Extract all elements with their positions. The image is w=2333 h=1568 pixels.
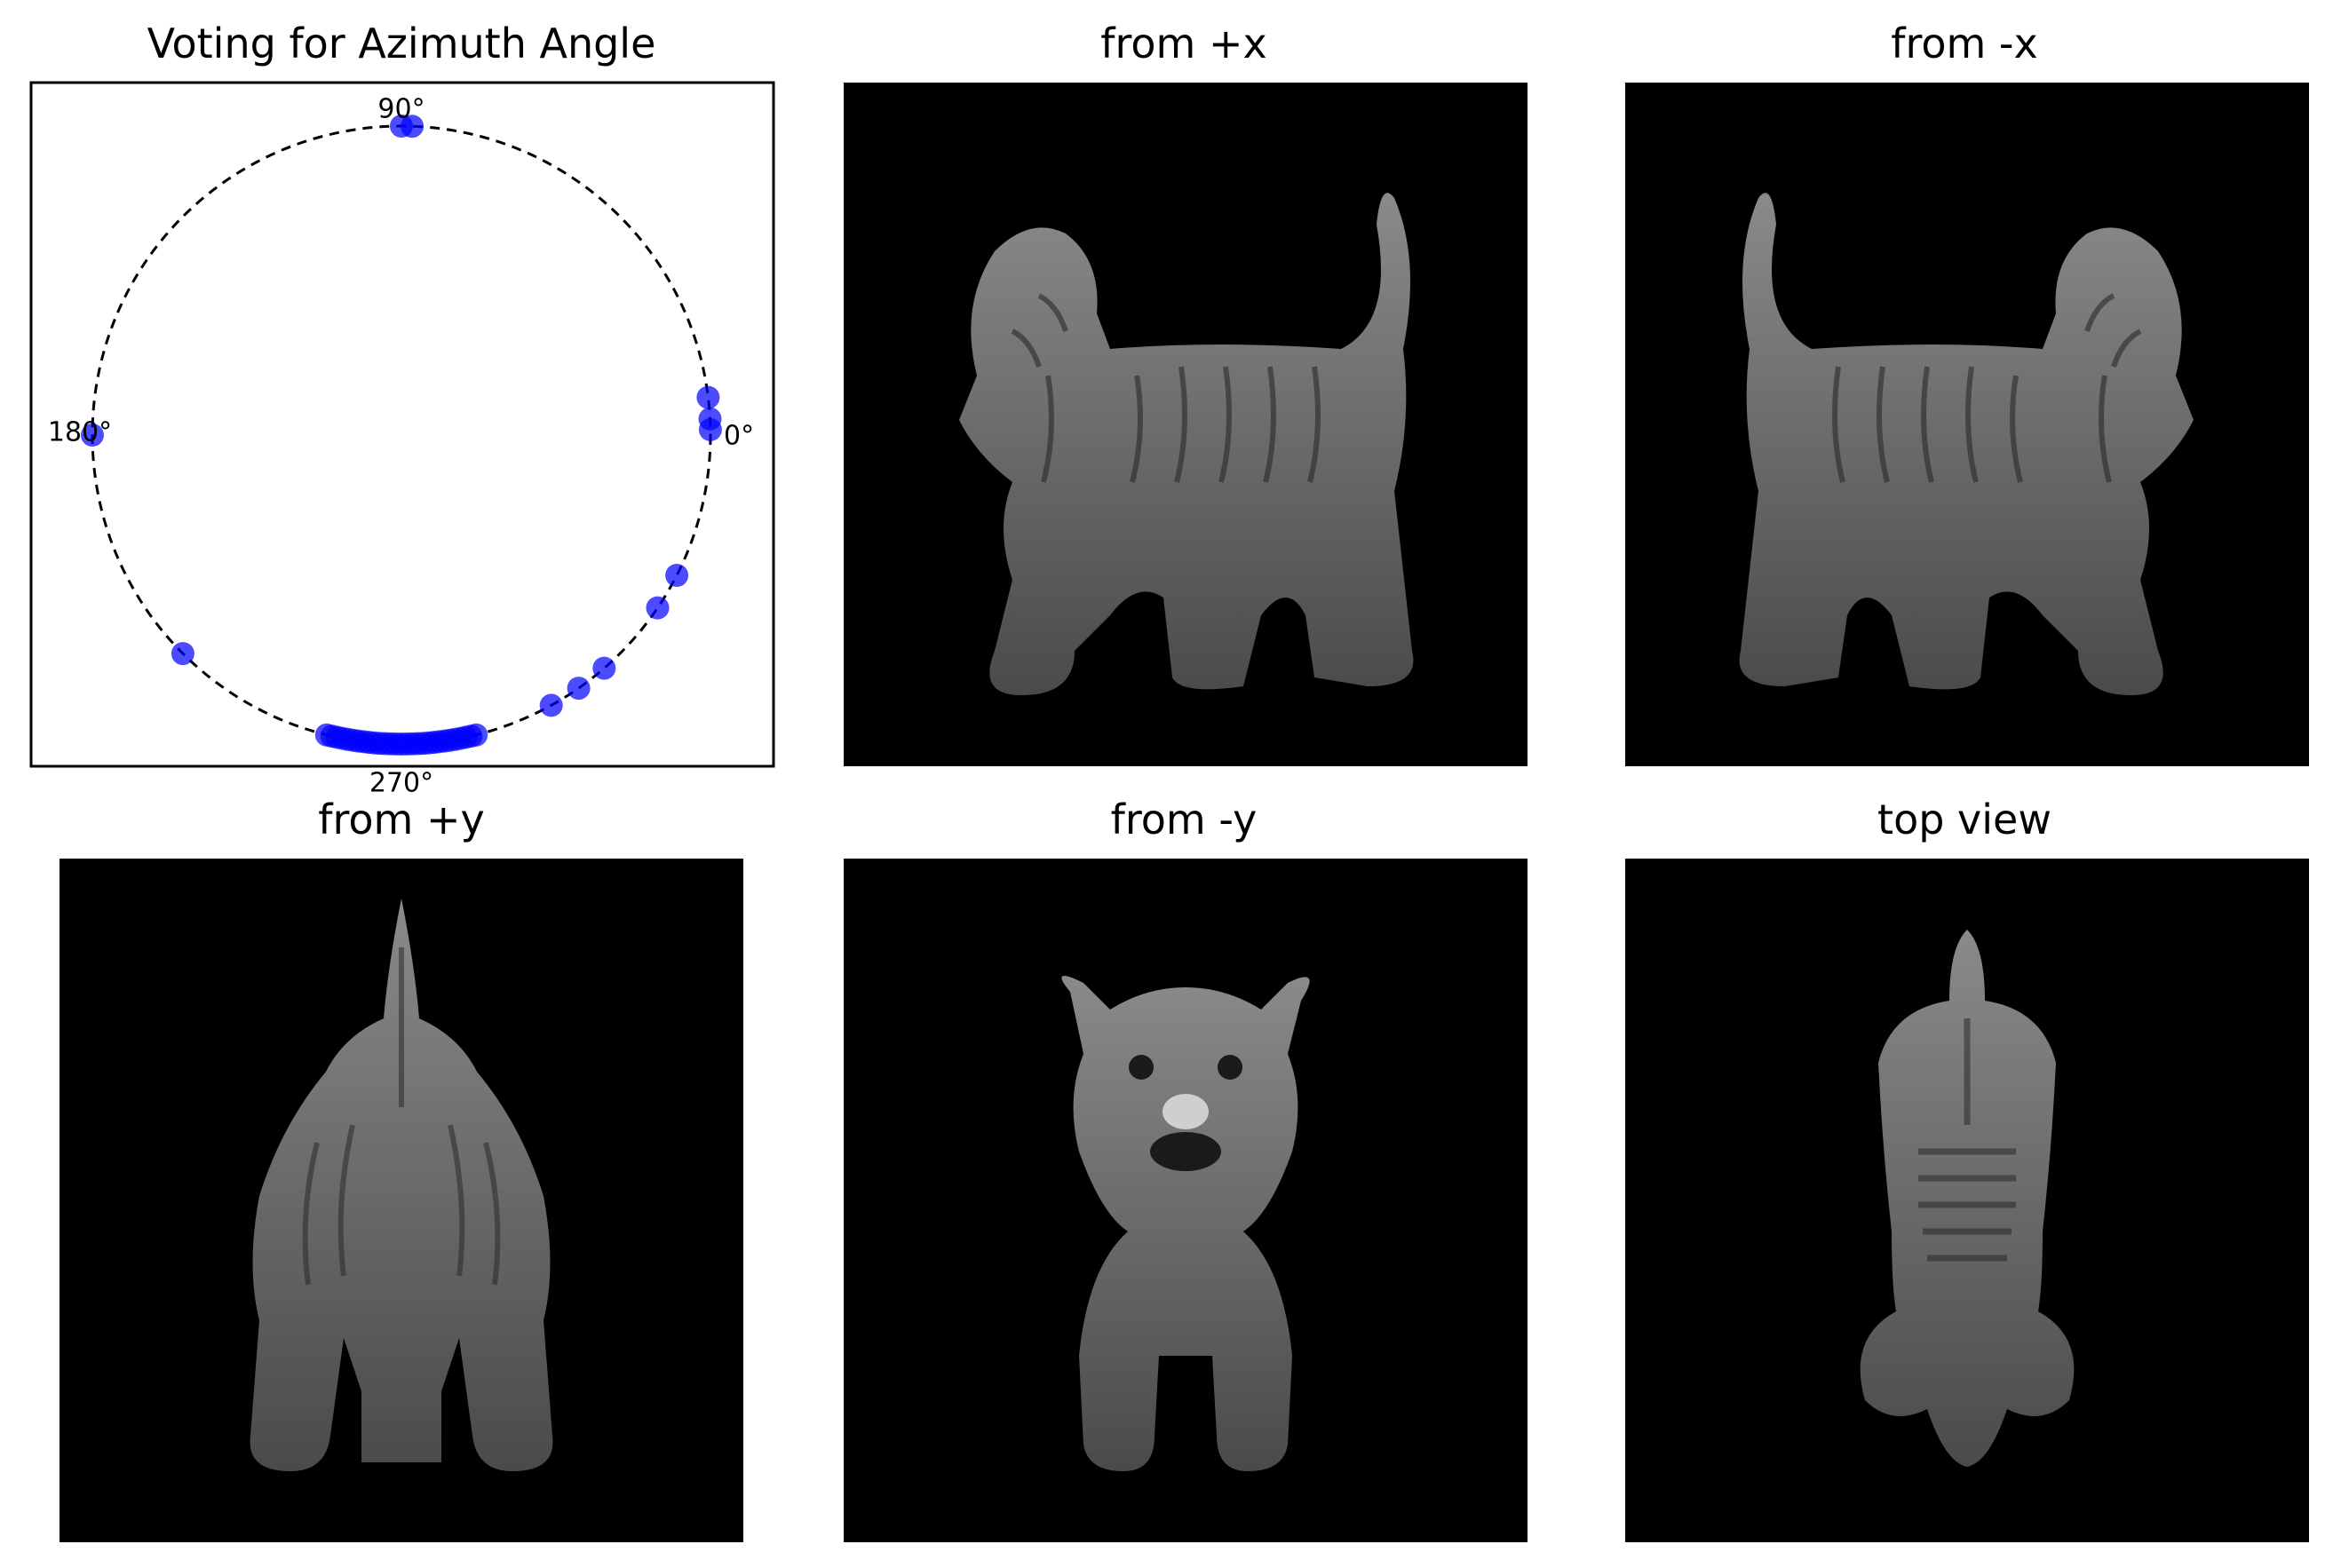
vote-point-40 — [665, 564, 689, 587]
dog-side-shape — [959, 193, 1414, 695]
vote-point-35 — [464, 723, 488, 747]
vote-point-37 — [567, 677, 591, 701]
vote-point-38 — [592, 656, 616, 680]
vote-point-6 — [171, 642, 194, 666]
angle-label-1: 90° — [377, 94, 425, 125]
dog-top-shape — [1860, 930, 2075, 1467]
render-from-plus-x — [844, 83, 1528, 766]
vote-point-2 — [696, 385, 720, 409]
render-from-plus-y — [60, 859, 743, 1542]
vote-point-39 — [646, 596, 670, 620]
vote-axes-frame — [29, 81, 775, 768]
vote-point-36 — [539, 693, 563, 717]
render-top-view — [1625, 859, 2309, 1542]
angle-label-0: 0° — [724, 421, 754, 452]
angle-label-3: 270° — [369, 768, 433, 799]
angle-label-2: 180° — [48, 417, 112, 448]
dog-side-shape-mirrored — [1739, 193, 2194, 695]
vote-point-1 — [698, 407, 722, 431]
render-from-minus-x — [1625, 83, 2309, 766]
dog-front-shape — [1061, 976, 1310, 1471]
render-from-minus-y — [844, 859, 1528, 1542]
